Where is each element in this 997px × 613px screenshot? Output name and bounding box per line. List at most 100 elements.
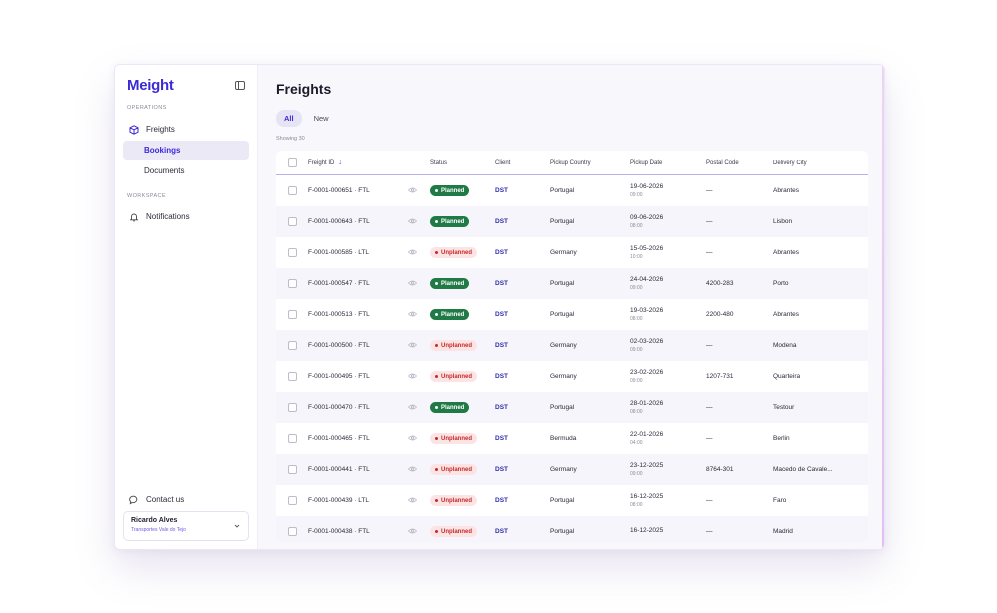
freight-id[interactable]: F-0001-000585 · LTL (308, 249, 408, 256)
row-checkbox[interactable] (287, 403, 297, 412)
pickup-country: Bermuda (550, 435, 577, 442)
eye-icon[interactable] (407, 528, 418, 536)
table-row[interactable]: F-0001-000651 · FTL Planned DST Portugal 19-… (276, 175, 868, 206)
row-checkbox[interactable] (287, 372, 297, 381)
eye-icon[interactable] (407, 342, 418, 350)
row-checkbox[interactable] (287, 465, 297, 474)
eye-icon[interactable] (407, 404, 418, 412)
eye-icon[interactable] (407, 187, 418, 195)
eye-icon[interactable] (407, 280, 418, 288)
pickup-date-value: 28-01-2026 (630, 400, 664, 407)
status-badge: Planned (430, 402, 470, 413)
pickup-date-value: 23-02-2026 (630, 369, 664, 376)
pickup-time-value: 08:00 (630, 223, 643, 229)
row-checkbox[interactable] (287, 217, 297, 226)
postal-code: 4200-283 (706, 280, 734, 287)
table-row[interactable]: F-0001-000513 · FTL Planned DST Portugal 19-… (276, 299, 868, 330)
pickup-country: Germany (550, 466, 577, 473)
table-row[interactable]: F-0001-000470 · FTL Planned DST Portugal 28-… (276, 392, 868, 423)
delivery-city: Modena (773, 342, 797, 349)
client-name: DST (495, 373, 508, 380)
freight-id[interactable]: F-0001-000643 · FTL (308, 218, 408, 225)
freight-id[interactable]: F-0001-000513 · FTL (308, 311, 408, 318)
app-window: Meight OPERATIONS Freights Bookings Docu… (114, 64, 885, 550)
eye-icon[interactable] (407, 218, 418, 226)
column-header-postal-code[interactable]: Postal Code (706, 160, 773, 166)
pickup-country: Germany (550, 373, 577, 380)
row-checkbox[interactable] (287, 186, 297, 195)
table-row[interactable]: F-0001-000441 · FTL Unplanned DST Germany 23… (276, 454, 868, 485)
sidebar-item-notifications[interactable]: Notifications (123, 207, 249, 226)
pickup-country: Portugal (550, 404, 575, 411)
table-row[interactable]: F-0001-000585 · LTL Unplanned DST Germany 15… (276, 237, 868, 268)
eye-icon[interactable] (407, 466, 418, 474)
client-name: DST (495, 528, 508, 535)
eye-icon[interactable] (407, 249, 418, 257)
freight-id[interactable]: F-0001-000500 · FTL (308, 342, 408, 349)
user-account-switcher[interactable]: Ricardo Alves Transportes Vale do Tejo (123, 511, 249, 541)
row-checkbox[interactable] (287, 341, 297, 350)
freight-id[interactable]: F-0001-000465 · FTL (308, 435, 408, 442)
status-label: Unplanned (441, 249, 472, 256)
page-title: Freights (276, 81, 332, 97)
eye-icon[interactable] (407, 435, 418, 443)
pickup-date-value: 16-12-2025 (630, 493, 664, 500)
column-header-delivery-city[interactable]: Delivery City (773, 160, 868, 166)
pickup-time-value: 08:00 (630, 409, 643, 415)
app-logo[interactable]: Meight (127, 77, 174, 94)
sidebar-item-bookings[interactable]: Bookings (123, 141, 249, 160)
column-header-pickup-country[interactable]: Pickup Country (550, 160, 630, 166)
pickup-country: Portugal (550, 187, 575, 194)
table-row[interactable]: F-0001-000465 · FTL Unplanned DST Bermuda 22… (276, 423, 868, 454)
eye-icon[interactable] (407, 373, 418, 381)
pickup-date-value: 02-03-2026 (630, 338, 664, 345)
delivery-city: Abrantes (773, 311, 800, 318)
row-checkbox[interactable] (287, 310, 297, 319)
freight-id[interactable]: F-0001-000495 · FTL (308, 373, 408, 380)
freight-id[interactable]: F-0001-000470 · FTL (308, 404, 408, 411)
tab-all[interactable]: All (276, 110, 302, 127)
pickup-date: 23-02-2026 09:00 (630, 369, 706, 384)
pickup-country: Portugal (550, 311, 575, 318)
row-checkbox[interactable] (287, 434, 297, 443)
table-row[interactable]: F-0001-000500 · FTL Unplanned DST Germany 02… (276, 330, 868, 361)
pickup-time-value: 08:00 (630, 316, 643, 322)
freight-id[interactable]: F-0001-000651 · FTL (308, 187, 408, 194)
row-checkbox[interactable] (287, 496, 297, 505)
chat-bubble-icon (128, 494, 140, 506)
pickup-date-value: 23-12-2025 (630, 462, 664, 469)
sidebar-item-freights[interactable]: Freights (123, 120, 249, 139)
contact-us-link[interactable]: Contact us (123, 490, 249, 509)
table-row[interactable]: F-0001-000439 · LTL Unplanned DST Portugal 1… (276, 485, 868, 516)
delivery-city: Abrantes (773, 249, 800, 256)
eye-icon[interactable] (407, 497, 418, 505)
row-checkbox[interactable] (287, 527, 297, 536)
pickup-date-value: 15-05-2026 (630, 245, 664, 252)
pickup-date: 09-06-2026 08:00 (630, 214, 706, 229)
status-label: Unplanned (441, 497, 472, 504)
table-row[interactable]: F-0001-000495 · FTL Unplanned DST Germany 23… (276, 361, 868, 392)
table-row[interactable]: F-0001-000643 · FTL Planned DST Portugal 09-… (276, 206, 868, 237)
sidebar-item-documents[interactable]: Documents (123, 161, 249, 180)
table-row[interactable]: F-0001-000438 · FTL Unplanned DST Portugal 1… (276, 516, 868, 543)
pickup-time-value: 08:00 (630, 502, 643, 508)
table-row[interactable]: F-0001-000547 · FTL Planned DST Portugal 24-… (276, 268, 868, 299)
pickup-time-value: 10:00 (630, 254, 643, 260)
freight-id[interactable]: F-0001-000439 · LTL (308, 497, 408, 504)
status-badge: Planned (430, 309, 470, 320)
column-header-pickup-date[interactable]: Pickup Date (630, 160, 706, 166)
row-checkbox[interactable] (287, 248, 297, 257)
sidebar-toggle-icon[interactable] (235, 81, 245, 90)
select-all-checkbox[interactable] (287, 158, 297, 167)
bell-icon (128, 211, 140, 223)
eye-icon[interactable] (407, 311, 418, 319)
sort-down-icon[interactable]: ↓ (338, 159, 342, 166)
column-header-freight-id[interactable]: Freight ID ↓ (308, 159, 408, 166)
column-header-status[interactable]: Status (430, 160, 495, 166)
freight-id[interactable]: F-0001-000441 · FTL (308, 466, 408, 473)
freight-id[interactable]: F-0001-000438 · FTL (308, 528, 408, 535)
column-header-client[interactable]: Client (495, 160, 550, 166)
tab-new[interactable]: New (306, 110, 337, 127)
freight-id[interactable]: F-0001-000547 · FTL (308, 280, 408, 287)
row-checkbox[interactable] (287, 279, 297, 288)
